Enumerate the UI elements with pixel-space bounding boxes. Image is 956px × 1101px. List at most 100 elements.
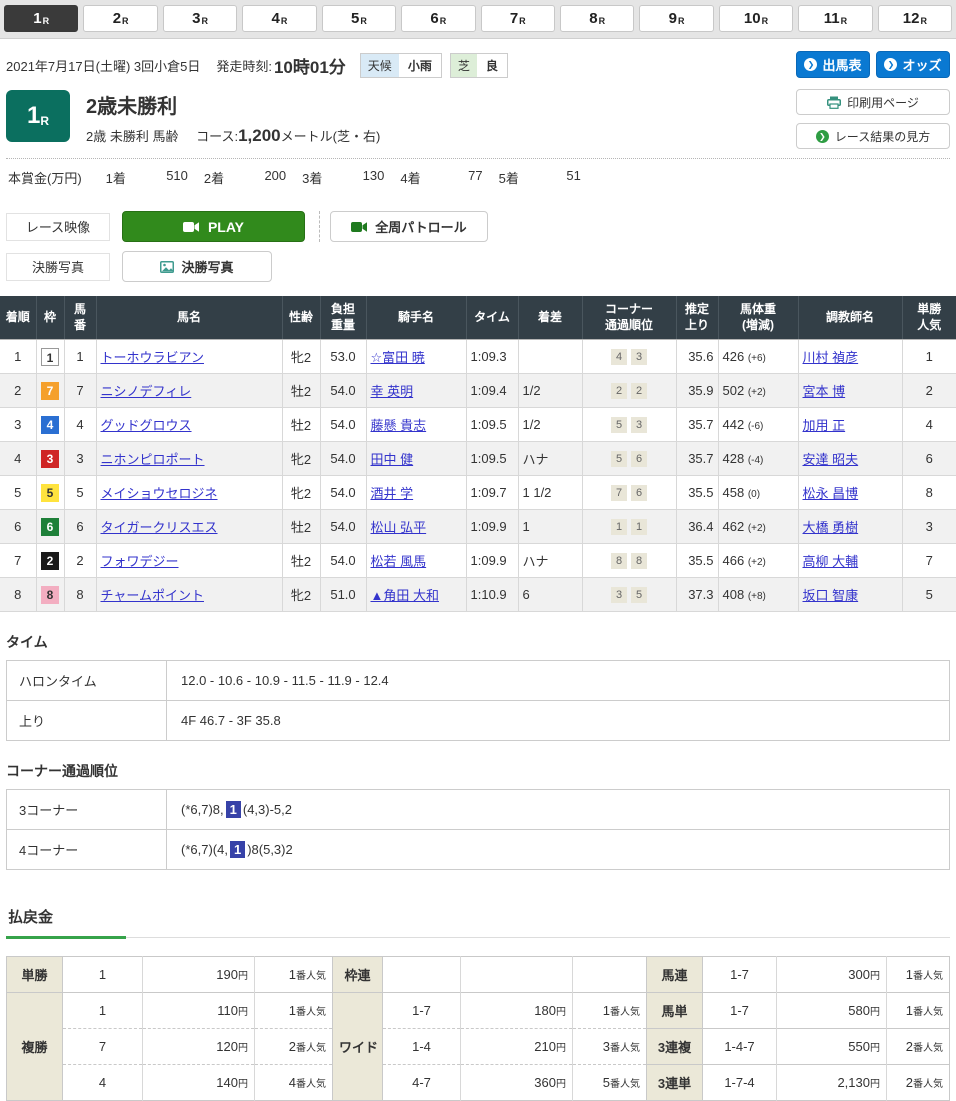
race-video-play-button[interactable]: PLAY: [122, 211, 305, 242]
trainer-cell: 大橋 勇樹: [798, 510, 902, 544]
trainer-link[interactable]: 松永 昌博: [803, 486, 859, 501]
race-tab-5r[interactable]: 5R: [322, 5, 396, 32]
payout-popularity: 1番人気: [573, 993, 647, 1029]
corner-position-box: 7: [611, 485, 627, 501]
trainer-link[interactable]: 安達 昭夫: [803, 452, 859, 467]
carried-weight-cell: 53.0: [320, 340, 366, 374]
jockey-link[interactable]: 酒井 学: [371, 486, 414, 501]
last3f-cell: 35.7: [676, 442, 718, 476]
start-time-label: 発走時刻:: [216, 56, 272, 75]
corner-order-cell: 11: [582, 510, 676, 544]
jockey-link[interactable]: ☆富田 暁: [371, 350, 425, 365]
horse-link[interactable]: ニシノデフィレ: [101, 384, 192, 399]
horse-link[interactable]: フォワデジー: [101, 554, 179, 569]
horse-link[interactable]: メイショウセロジネ: [101, 486, 218, 501]
prize-item: 5着51: [499, 168, 581, 187]
race-tab-2r[interactable]: 2R: [83, 5, 157, 32]
corner-row: 3コーナー(*6,7)8,1(4,3)-5,2: [7, 790, 950, 830]
waku-cell: 7: [36, 374, 64, 408]
waku-badge: 2: [41, 552, 59, 570]
waku-cell: 6: [36, 510, 64, 544]
jockey-cell: 藤懸 貴志: [366, 408, 466, 442]
race-tab-3r[interactable]: 3R: [163, 5, 237, 32]
col-trainer: 調教師名: [798, 296, 902, 340]
race-tab-11r[interactable]: 11R: [798, 5, 872, 32]
dashed-divider: [319, 211, 320, 242]
time-cell: 1:09.5: [466, 408, 518, 442]
prize-label: 本賞金(万円): [8, 168, 82, 187]
race-tab-1r[interactable]: 1R: [4, 5, 78, 32]
horse-link[interactable]: タイガークリスエス: [101, 520, 218, 535]
horse-link[interactable]: ニホンピロポート: [101, 452, 205, 467]
horse-link[interactable]: グッドグロウス: [101, 418, 192, 433]
trainer-link[interactable]: 高柳 大輔: [803, 554, 859, 569]
corner-order-cell: 35: [582, 578, 676, 612]
bet-type-label: 馬単: [647, 993, 703, 1029]
horse-link[interactable]: チャームポイント: [101, 588, 204, 603]
race-tab-9r[interactable]: 9R: [639, 5, 713, 32]
payout-popularity: 2番人気: [887, 1029, 950, 1065]
carried-weight-cell: 54.0: [320, 476, 366, 510]
jockey-link[interactable]: 幸 英明: [371, 384, 414, 399]
prize-item: 1着510: [106, 168, 188, 187]
result-row: 277ニシノデフィレ牡254.0幸 英明1:09.41/22235.9502 (…: [0, 374, 956, 408]
payout-popularity: 1番人気: [887, 993, 950, 1029]
trainer-link[interactable]: 大橋 勇樹: [803, 520, 859, 535]
favorite-cell: 2: [902, 374, 956, 408]
waku-badge: 8: [41, 586, 59, 604]
corner-row-label: 3コーナー: [7, 790, 167, 830]
odds-button[interactable]: ❯ オッズ: [876, 51, 950, 78]
race-number-badge: 1 R: [6, 90, 70, 142]
jockey-link[interactable]: 松若 風馬: [371, 554, 427, 569]
odds-label: オッズ: [902, 55, 941, 74]
jockey-link[interactable]: 田中 健: [371, 452, 414, 467]
time-section-title: タイム: [6, 632, 950, 652]
sex-age-cell: 牡2: [282, 544, 320, 578]
trainer-link[interactable]: 坂口 智康: [803, 588, 859, 603]
race-tab-10r[interactable]: 10R: [719, 5, 793, 32]
arrow-circle-icon: ❯: [816, 130, 829, 143]
waku-cell: 1: [36, 340, 64, 374]
corner-table-body: 3コーナー(*6,7)8,1(4,3)-5,24コーナー(*6,7)(4,1)8…: [7, 790, 950, 870]
patrol-video-button[interactable]: 全周パトロール: [330, 211, 488, 242]
body-weight-cell: 466 (+2): [718, 544, 798, 578]
carried-weight-cell: 54.0: [320, 510, 366, 544]
carried-weight-cell: 54.0: [320, 408, 366, 442]
bet-type-label: ワイド: [333, 993, 383, 1101]
race-tab-12r[interactable]: 12R: [878, 5, 952, 32]
result-guide-button[interactable]: ❯ レース結果の見方: [796, 123, 950, 149]
trainer-link[interactable]: 加用 正: [803, 418, 846, 433]
payout-amount: 120円: [143, 1029, 255, 1065]
payout-row: 単勝1190円1番人気枠連馬連1-7300円1番人気: [7, 957, 950, 993]
race-tab-8r[interactable]: 8R: [560, 5, 634, 32]
race-tab-4r[interactable]: 4R: [242, 5, 316, 32]
race-tab-7r[interactable]: 7R: [481, 5, 555, 32]
body-weight-cell: 502 (+2): [718, 374, 798, 408]
corner-position-box: 6: [631, 485, 647, 501]
trainer-link[interactable]: 川村 禎彦: [803, 350, 859, 365]
payout-combination: 1-7: [703, 993, 777, 1029]
race-tab-6r[interactable]: 6R: [401, 5, 475, 32]
payout-combination: 1-4-7: [703, 1029, 777, 1065]
entry-table-button[interactable]: ❯ 出馬表: [796, 51, 870, 78]
horse-link[interactable]: トーホウラビアン: [101, 350, 204, 365]
jockey-link[interactable]: ▲角田 大和: [371, 588, 439, 603]
corner-position-box: 4: [611, 349, 627, 365]
corner-order-cell: 56: [582, 442, 676, 476]
time-row-value: 4F 46.7 - 3F 35.8: [167, 701, 950, 741]
finish-pos-cell: 3: [0, 408, 36, 442]
trainer-link[interactable]: 宮本 博: [803, 384, 846, 399]
margin-cell: ハナ: [518, 442, 582, 476]
payout-combination: 7: [63, 1029, 143, 1065]
finish-photo-button[interactable]: 決勝写真: [122, 251, 272, 282]
race-number: 1: [27, 102, 40, 130]
jockey-link[interactable]: 松山 弘平: [371, 520, 427, 535]
payout-combination: 1: [63, 957, 143, 993]
print-page-button[interactable]: 印刷用ページ: [796, 89, 950, 115]
start-time-value: 10時01分: [274, 53, 346, 78]
result-guide-label: レース結果の見方: [835, 128, 930, 145]
race-tabs: 1R2R3R4R5R6R7R8R9R10R11R12R: [0, 0, 956, 39]
last3f-cell: 35.5: [676, 476, 718, 510]
jockey-link[interactable]: 藤懸 貴志: [371, 418, 427, 433]
waku-cell: 8: [36, 578, 64, 612]
